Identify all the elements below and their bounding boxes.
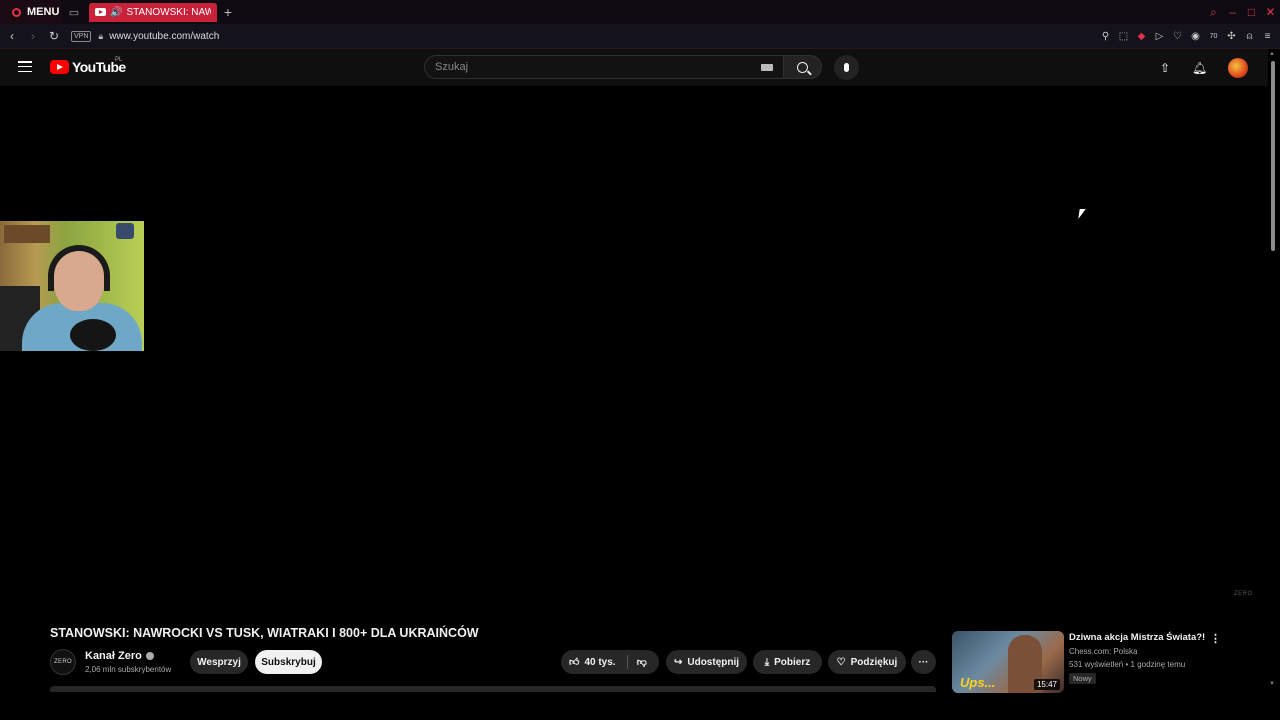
browser-menu-label: MENU (27, 6, 60, 18)
thumbnail-text: Ups... (960, 675, 996, 690)
close-window-button[interactable]: ✕ (1261, 0, 1280, 24)
puzzle-icon[interactable]: ✣ (1225, 31, 1238, 42)
bottom-area (0, 695, 1280, 720)
search-box (424, 55, 784, 79)
channel-name: Kanał Zero (85, 650, 142, 662)
scrollbar-thumb[interactable] (1271, 61, 1275, 251)
share-icon: ↪ (673, 656, 683, 668)
thanks-button[interactable]: ♡ Podziękuj (828, 650, 906, 674)
heart-icon[interactable]: ♡ (1171, 31, 1184, 42)
tab-title: STANOWSKI: NAWROCKI VS TUSK (126, 6, 211, 18)
thanks-label: Podziękuj (850, 656, 898, 668)
play-icon[interactable]: ▷ (1153, 31, 1166, 42)
speaker-icon[interactable]: 🔊 (110, 7, 122, 18)
recommended-thumbnail[interactable]: Ups... 15:47 (952, 631, 1064, 693)
share-button[interactable]: ↪ Udostępnij (666, 650, 747, 674)
subscribe-button[interactable]: Subskrybuj (255, 650, 322, 674)
download-button[interactable]: ⤓ Pobierz (753, 650, 822, 674)
dislike-icon[interactable]: 👎︎ (637, 656, 647, 668)
scroll-down-arrow-icon[interactable]: ▼ (1269, 681, 1275, 687)
minimize-button[interactable]: – (1223, 0, 1242, 24)
youtube-logo-icon (50, 60, 69, 74)
verified-icon (145, 652, 154, 660)
search-input[interactable] (435, 61, 761, 73)
more-actions-button[interactable]: ··· (911, 650, 936, 674)
scroll-up-arrow-icon[interactable]: ▲ (1269, 51, 1275, 57)
description-box[interactable] (50, 686, 936, 692)
extension-badge-icon[interactable]: 70 (1207, 33, 1220, 40)
upload-icon[interactable]: ⇧ (1160, 61, 1170, 75)
support-label: Wesprzyj (197, 656, 241, 668)
browser-tab-strip: MENU ▭ 🔊 STANOWSKI: NAWROCKI VS TUSK + ⌕… (0, 0, 1280, 24)
channel-badge-icon (116, 223, 134, 239)
browser-menu-button[interactable]: MENU (0, 0, 62, 24)
channel-watermark[interactable]: ZERO (1234, 591, 1253, 597)
support-button[interactable]: Wesprzyj (190, 650, 248, 674)
voice-search-button[interactable] (834, 55, 859, 80)
share-label: Udostępnij (687, 656, 740, 668)
recommended-title[interactable]: Dziwna akcja Mistrza Świata?! (1069, 632, 1205, 643)
address-bar: ‹ › ↻ VPN 🔒︎ www.youtube.com/watch ⚲ ⬚ ◆… (0, 24, 1280, 49)
pin-icon[interactable]: ⚲ (1099, 31, 1112, 42)
download-icon: ⤓ (764, 656, 770, 668)
thanks-icon: ♡ (836, 656, 846, 668)
extension-toolbar: ⚲ ⬚ ◆ ▷ ♡ ◉ 70 ✣ ⍝ ≡ (1099, 24, 1274, 49)
search-button[interactable] (784, 55, 822, 79)
keyboard-icon[interactable] (761, 63, 773, 71)
page-scrollbar[interactable]: ▲ ▼ (1268, 49, 1280, 695)
reload-button[interactable]: ↻ (45, 29, 63, 43)
back-button[interactable]: ‹ (3, 29, 21, 43)
like-separator (626, 655, 628, 669)
subscriber-count: 2,06 mln subskrybentów (85, 665, 172, 674)
profile-icon[interactable]: ⍝ (1243, 31, 1256, 42)
microphone-icon (844, 63, 849, 72)
youtube-header: YouTube PL ⇧ 🔔︎ (0, 49, 1268, 86)
recommended-channel[interactable]: Chess.com: Polska (1069, 647, 1137, 656)
snapshot-icon[interactable]: ⬚ (1117, 31, 1130, 42)
user-avatar[interactable] (1228, 58, 1248, 78)
search-tabs-icon[interactable]: ⌕ (1204, 0, 1223, 24)
maximize-button[interactable]: □ (1242, 0, 1261, 24)
workspace-icon[interactable]: ▭ (62, 6, 86, 19)
opera-logo-icon (12, 7, 21, 17)
like-icon[interactable]: 👍︎ (569, 656, 579, 668)
webcam-overlay (0, 221, 144, 351)
url-field[interactable]: www.youtube.com/watch (109, 31, 219, 42)
new-tab-button[interactable]: + (219, 4, 237, 20)
like-dislike-group: 👍︎ 40 tys. 👎︎ (561, 650, 659, 674)
channel-avatar[interactable]: ZERO (50, 649, 76, 675)
like-count[interactable]: 40 tys. (584, 657, 615, 668)
download-label: Pobierz (774, 656, 811, 668)
channel-name-link[interactable]: Kanał Zero (85, 650, 154, 662)
region-code: PL (115, 57, 123, 63)
tab-youtube[interactable]: 🔊 STANOWSKI: NAWROCKI VS TUSK (89, 2, 217, 22)
recommended-meta: 531 wyświetleń • 1 godzinę temu (1069, 660, 1186, 669)
more-horizontal-icon: ··· (918, 656, 929, 668)
youtube-favicon-icon (95, 8, 106, 16)
guide-menu-icon[interactable] (18, 61, 32, 72)
pocket-icon[interactable]: ◆ (1135, 31, 1148, 42)
vpn-badge[interactable]: VPN (71, 30, 92, 42)
new-badge: Nowy (1069, 673, 1096, 684)
search-icon (797, 61, 808, 73)
mouse-cursor (1078, 209, 1086, 219)
lock-icon[interactable]: 🔒︎ (98, 31, 103, 42)
video-player[interactable]: ZERO (0, 86, 1268, 616)
menu-icon[interactable]: ≡ (1261, 31, 1274, 42)
window-controls: ⌕ – □ ✕ (1204, 0, 1280, 24)
video-title: STANOWSKI: NAWROCKI VS TUSK, WIATRAKI I … (50, 626, 479, 640)
more-vertical-icon[interactable]: ⋮ (1210, 632, 1221, 645)
account-icon[interactable]: ◉ (1189, 31, 1202, 42)
notifications-bell-icon[interactable]: 🔔︎ (1192, 61, 1207, 75)
subscribe-label: Subskrybuj (261, 656, 316, 668)
forward-button[interactable]: › (24, 29, 42, 43)
video-duration: 15:47 (1033, 679, 1060, 690)
